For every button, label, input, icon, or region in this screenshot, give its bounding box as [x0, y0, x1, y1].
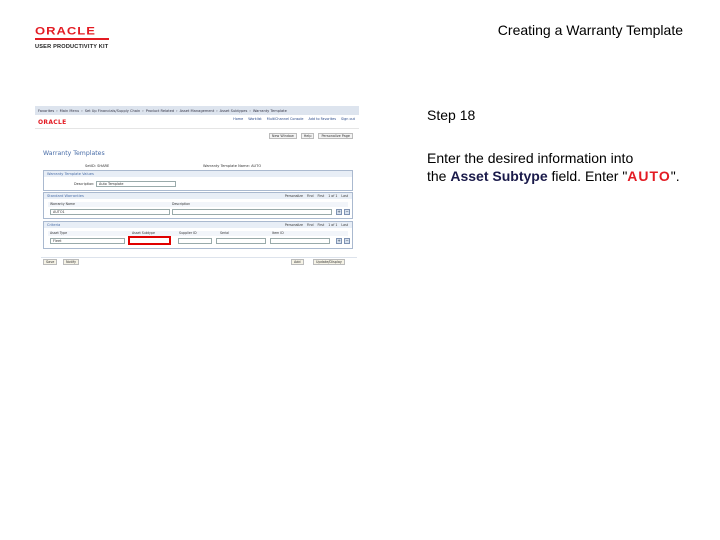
- update-display-button[interactable]: Update/Display: [313, 259, 345, 265]
- upk-wordmark: USER PRODUCTIVITY KIT: [35, 44, 109, 50]
- instruction-mid: field. Enter ": [547, 168, 628, 184]
- nav-item[interactable]: Warranty Template: [253, 109, 287, 113]
- col-asset-subtype: Asset Subtype: [132, 231, 155, 235]
- favorites-link[interactable]: Add to Favorites: [309, 117, 336, 121]
- signout-link[interactable]: Sign out: [341, 117, 355, 121]
- setid-label: SetID: SHARE: [85, 164, 110, 168]
- column-headers: Asset Type Asset Subtype Supplier ID Ser…: [48, 231, 348, 236]
- page-buttons: Save Notify Add Update/Display: [41, 257, 357, 265]
- logo-rule: [35, 38, 109, 40]
- col-item-id: Item ID: [272, 231, 284, 235]
- oracle-upk-logo: ORACLE USER PRODUCTIVITY KIT: [35, 24, 125, 50]
- application-screenshot: Favorites › Main Menu › Set Up Financials/…: [35, 106, 359, 266]
- add-row-button[interactable]: +: [336, 209, 342, 215]
- instruction-value: AUTO: [627, 168, 671, 184]
- worklist-link[interactable]: Worklist: [248, 117, 262, 121]
- home-link[interactable]: Home: [233, 117, 243, 121]
- warranty-description-field[interactable]: [172, 209, 332, 215]
- nav-item[interactable]: Main Menu: [60, 109, 80, 113]
- standard-warranties-grid: Standard Warranties Personalize Find Fir…: [43, 192, 353, 219]
- breadcrumb-nav: Favorites › Main Menu › Set Up Financials/…: [35, 106, 359, 115]
- brand-bar: ORACLE Home Worklist MultiChannel Consol…: [35, 115, 359, 129]
- asset-type-select[interactable]: Fleet: [50, 238, 125, 244]
- personalize-page-link[interactable]: Personalize Page: [318, 133, 353, 139]
- criteria-grid: Criteria Personalize Find First 1 of 1 L…: [43, 221, 353, 249]
- instruction-field-name: Asset Subtype: [450, 168, 548, 184]
- grid-controls: Personalize Find First 1 of 1 Last: [285, 223, 348, 227]
- first-link[interactable]: First: [317, 223, 324, 227]
- nav-item[interactable]: Set Up Financials/Supply Chain: [85, 109, 141, 113]
- multichannel-link[interactable]: MultiChannel Console: [267, 117, 304, 121]
- help-link[interactable]: Help: [300, 133, 315, 139]
- document-title: Creating a Warranty Template: [497, 22, 683, 38]
- personalize-link[interactable]: Personalize: [285, 194, 303, 198]
- nav-item[interactable]: Product Related: [146, 109, 174, 113]
- page-toolbar: New Window Help Personalize Page: [268, 133, 353, 139]
- page-title: Warranty Templates: [43, 150, 105, 157]
- find-link[interactable]: Find: [307, 223, 314, 227]
- row-count: 1 of 1: [328, 223, 338, 227]
- template-values-section: Warranty Template Values Description: Au…: [43, 170, 353, 191]
- header-links: Home Worklist MultiChannel Console Add t…: [233, 117, 355, 121]
- personalize-link[interactable]: Personalize: [285, 223, 303, 227]
- add-button[interactable]: Add: [291, 259, 304, 265]
- supplier-id-field[interactable]: [178, 238, 212, 244]
- nav-item[interactable]: Asset Subtypes: [220, 109, 248, 113]
- section-header: Warranty Template Values: [44, 171, 352, 177]
- last-link[interactable]: Last: [341, 194, 348, 198]
- serial-field[interactable]: [216, 238, 266, 244]
- col-asset-type: Asset Type: [50, 231, 68, 235]
- last-link[interactable]: Last: [341, 223, 348, 227]
- save-button[interactable]: Save: [43, 259, 58, 265]
- instruction-text: Enter the desired information into the A…: [427, 149, 707, 185]
- oracle-wordmark: ORACLE: [35, 24, 96, 37]
- instruction-pre: the: [427, 168, 451, 184]
- instruction-line-2: the Asset Subtype field. Enter "AUTO".: [427, 167, 707, 185]
- row-count: 1 of 1: [328, 194, 338, 198]
- oracle-small-logo: ORACLE: [38, 119, 67, 126]
- nav-item[interactable]: Favorites: [38, 109, 54, 113]
- description-field[interactable]: Auto Template: [96, 181, 176, 187]
- col-description: Description: [172, 202, 191, 206]
- step-number: Step 18: [427, 107, 476, 123]
- first-link[interactable]: First: [317, 194, 324, 198]
- column-headers: Warranty Name Description: [48, 202, 348, 207]
- col-supplier-id: Supplier ID: [179, 231, 197, 235]
- delete-row-button[interactable]: −: [344, 209, 350, 215]
- add-row-button[interactable]: +: [336, 238, 342, 244]
- instruction-post: ".: [670, 168, 680, 184]
- col-serial: Serial: [220, 231, 230, 235]
- col-warranty-name: Warranty Name: [50, 202, 75, 206]
- instruction-line-1: Enter the desired information into: [427, 150, 634, 166]
- warranty-name-field[interactable]: AUTO1: [50, 209, 170, 215]
- template-name-label: Warranty Template Name: AUTO: [203, 164, 262, 168]
- new-window-link[interactable]: New Window: [268, 133, 297, 139]
- find-link[interactable]: Find: [307, 194, 314, 198]
- description-label: Description:: [74, 182, 95, 186]
- nav-item[interactable]: Asset Management: [180, 109, 215, 113]
- notify-button[interactable]: Notify: [63, 259, 80, 265]
- item-id-field[interactable]: [270, 238, 330, 244]
- asset-subtype-field[interactable]: [128, 236, 171, 245]
- delete-row-button[interactable]: −: [344, 238, 350, 244]
- grid-controls: Personalize Find First 1 of 1 Last: [285, 194, 348, 198]
